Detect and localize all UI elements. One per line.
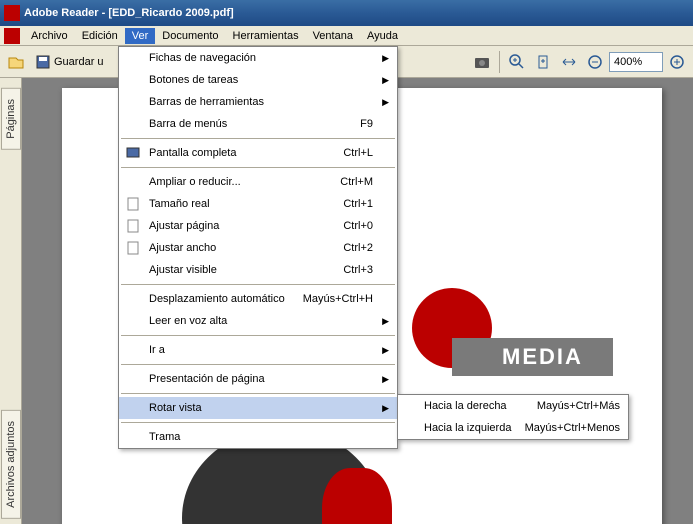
menu-ajustar-ancho[interactable]: Ajustar anchoCtrl+2 xyxy=(119,237,397,259)
ver-menu-dropdown: Fichas de navegación▶ Botones de tareas▶… xyxy=(118,46,398,449)
menu-desplazamiento-auto[interactable]: Desplazamiento automáticoMayús+Ctrl+H xyxy=(119,288,397,310)
menu-fichas-navegacion[interactable]: Fichas de navegación▶ xyxy=(119,47,397,69)
menu-separator xyxy=(121,167,395,168)
zoom-in-button[interactable] xyxy=(505,50,529,74)
plus-icon xyxy=(669,54,685,70)
menu-rotar-izquierda[interactable]: Hacia la izquierdaMayús+Ctrl+Menos xyxy=(398,417,628,439)
menu-documento[interactable]: Documento xyxy=(155,28,225,44)
menu-ajustar-visible[interactable]: Ajustar visibleCtrl+3 xyxy=(119,259,397,281)
zoom-value: 400% xyxy=(614,56,642,68)
width-icon xyxy=(561,55,577,69)
submenu-arrow-icon: ▶ xyxy=(382,75,389,86)
menu-ampliar-reducir[interactable]: Ampliar o reducir...Ctrl+M xyxy=(119,171,397,193)
menu-archivo[interactable]: Archivo xyxy=(24,28,75,44)
sidebar-tabs: Páginas Archivos adjuntos xyxy=(0,78,22,524)
menu-separator xyxy=(121,364,395,365)
tab-paginas[interactable]: Páginas xyxy=(1,88,21,150)
save-button[interactable]: Guardar u xyxy=(30,50,109,74)
menu-separator xyxy=(121,138,395,139)
page-icon xyxy=(125,240,141,256)
page-icon xyxy=(125,218,141,234)
menu-barras-herramientas[interactable]: Barras de herramientas▶ xyxy=(119,91,397,113)
menu-separator xyxy=(121,335,395,336)
menu-tamano-real[interactable]: Tamaño realCtrl+1 xyxy=(119,193,397,215)
menu-presentacion-pagina[interactable]: Presentación de página▶ xyxy=(119,368,397,390)
submenu-arrow-icon: ▶ xyxy=(382,374,389,385)
page-icon xyxy=(536,54,550,70)
disk-icon xyxy=(35,54,51,70)
fit-width-button[interactable] xyxy=(557,50,581,74)
camera-button[interactable] xyxy=(470,50,494,74)
toolbar-separator xyxy=(499,51,500,73)
zoom-out-button[interactable] xyxy=(583,50,607,74)
zoom-in2-button[interactable] xyxy=(665,50,689,74)
submenu-arrow-icon: ▶ xyxy=(382,316,389,327)
menu-ajustar-pagina[interactable]: Ajustar páginaCtrl+0 xyxy=(119,215,397,237)
titlebar-text: Adobe Reader - [EDD_Ricardo 2009.pdf] xyxy=(24,7,234,19)
doc-icon xyxy=(4,28,20,44)
open-button[interactable] xyxy=(4,50,28,74)
submenu-arrow-icon: ▶ xyxy=(382,403,389,414)
menu-pantalla-completa[interactable]: Pantalla completaCtrl+L xyxy=(119,142,397,164)
menu-leer-voz-alta[interactable]: Leer en voz alta▶ xyxy=(119,310,397,332)
submenu-arrow-icon: ▶ xyxy=(382,53,389,64)
tab-adjuntos[interactable]: Archivos adjuntos xyxy=(1,410,21,519)
menu-rotar-derecha[interactable]: Hacia la derechaMayús+Ctrl+Más xyxy=(398,395,628,417)
menu-separator xyxy=(121,422,395,423)
menu-separator xyxy=(121,284,395,285)
camera-icon xyxy=(474,55,490,69)
zoom-out-icon xyxy=(587,54,603,70)
app-icon xyxy=(4,5,20,21)
zoom-in-icon xyxy=(509,54,525,70)
menubar: Archivo Edición Ver Documento Herramient… xyxy=(0,26,693,46)
menu-edicion[interactable]: Edición xyxy=(75,28,125,44)
titlebar: Adobe Reader - [EDD_Ricardo 2009.pdf] xyxy=(0,0,693,26)
fit-page-button[interactable] xyxy=(531,50,555,74)
menu-ayuda[interactable]: Ayuda xyxy=(360,28,405,44)
menu-ventana[interactable]: Ventana xyxy=(306,28,360,44)
menu-ver[interactable]: Ver xyxy=(125,28,156,44)
menu-trama[interactable]: Trama xyxy=(119,426,397,448)
menu-ir-a[interactable]: Ir a▶ xyxy=(119,339,397,361)
rotar-submenu: Hacia la derechaMayús+Ctrl+Más Hacia la … xyxy=(397,394,629,440)
submenu-arrow-icon: ▶ xyxy=(382,345,389,356)
menu-rotar-vista[interactable]: Rotar vista▶ xyxy=(119,397,397,419)
submenu-arrow-icon: ▶ xyxy=(382,97,389,108)
menu-botones-tareas[interactable]: Botones de tareas▶ xyxy=(119,69,397,91)
media-badge: MEDIA xyxy=(452,338,613,376)
menu-barra-menus[interactable]: Barra de menúsF9 xyxy=(119,113,397,135)
menu-herramientas[interactable]: Herramientas xyxy=(226,28,306,44)
page-icon xyxy=(125,196,141,212)
decorative-shape xyxy=(322,468,392,524)
screen-icon xyxy=(125,145,141,161)
zoom-input[interactable]: 400% xyxy=(609,52,663,72)
save-label: Guardar u xyxy=(54,56,104,68)
menu-separator xyxy=(121,393,395,394)
